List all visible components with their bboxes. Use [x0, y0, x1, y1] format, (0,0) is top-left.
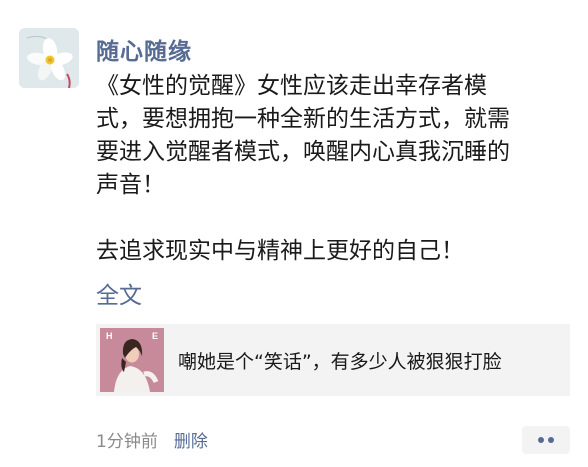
post-text: 《女性的觉醒》女性应该走出幸存者模 式，要想拥抱一种全新的生活方式，就需 要进入…	[96, 70, 566, 268]
post-time: 1分钟前	[96, 431, 158, 452]
more-actions-button[interactable]	[522, 426, 570, 454]
shared-article-card[interactable]: H E 嘲她是个“笑话”，有多少人被狠狠打脸	[96, 324, 570, 396]
post-text-line: 《女性的觉醒》女性应该走出幸存者模	[96, 73, 487, 99]
post-text-line: 式，要想拥抱一种全新的生活方式，就需	[96, 106, 510, 132]
full-text-link[interactable]: 全文	[96, 276, 142, 310]
article-thumbnail: H E	[100, 328, 164, 392]
avatar[interactable]	[19, 28, 79, 88]
thumbnail-letter: E	[151, 331, 158, 341]
post-text-line: 要进入觉醒者模式，唤醒内心真我沉睡的	[96, 139, 510, 165]
post-footer: 1分钟前 删除	[96, 426, 208, 452]
more-dots-icon	[538, 437, 544, 443]
flower-image	[19, 28, 79, 88]
post-text-line: 声音！	[96, 172, 165, 198]
more-dots-icon	[548, 437, 554, 443]
delete-button[interactable]: 删除	[174, 427, 208, 452]
username[interactable]: 随心随缘	[96, 32, 192, 66]
article-title: 嘲她是个“笑话”，有多少人被狠狠打脸	[178, 350, 502, 373]
post-text-line: 去追求现实中与精神上更好的自己！	[96, 238, 464, 264]
thumbnail-letter: H	[106, 331, 113, 341]
